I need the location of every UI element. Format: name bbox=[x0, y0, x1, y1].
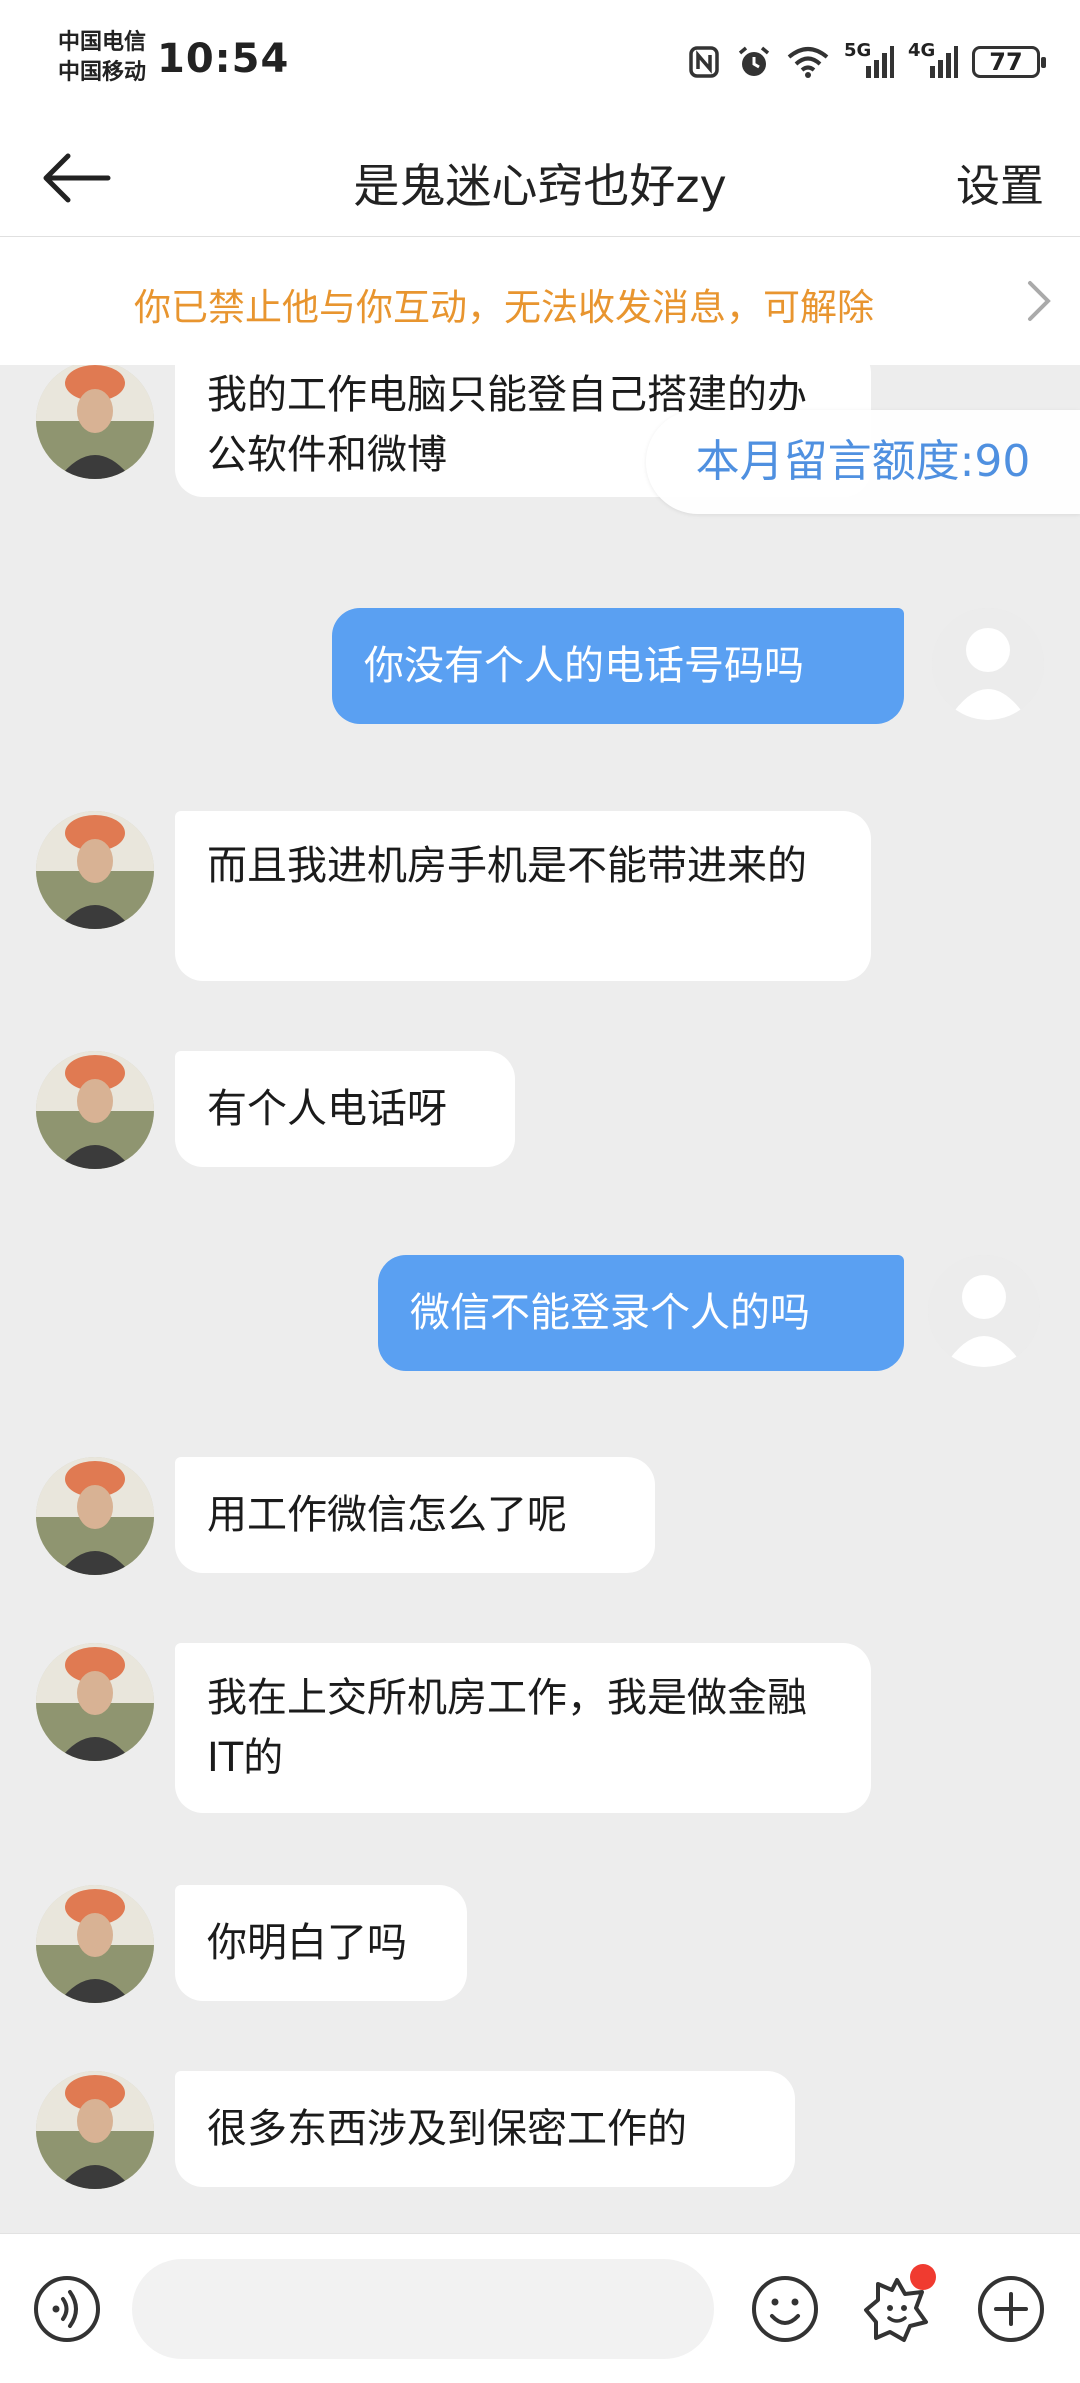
message-input-bar bbox=[0, 2233, 1080, 2383]
message-text: 有个人电话呀 bbox=[207, 1086, 447, 1132]
message-text: 你没有个人的电话号码吗 bbox=[364, 643, 804, 689]
settings-button[interactable]: 设置 bbox=[956, 150, 1044, 214]
message-bubble[interactable]: 有个人电话呀 bbox=[175, 1051, 515, 1167]
message-quota-badge: 本月留言额度:90 bbox=[646, 410, 1080, 514]
notification-dot bbox=[910, 2264, 936, 2290]
message-text: 用工作微信怎么了呢 bbox=[207, 1492, 567, 1538]
status-bar: 中国电信 中国移动 10:54 5G 4G 77 bbox=[0, 0, 1080, 120]
contact-avatar[interactable] bbox=[36, 811, 154, 929]
message-text: 微信不能登录个人的吗 bbox=[410, 1290, 810, 1336]
message-bubble[interactable]: 而且我进机房手机是不能带进来的 bbox=[175, 811, 871, 981]
message-text: 你明白了吗 bbox=[207, 1920, 407, 1966]
plus-icon[interactable] bbox=[976, 2274, 1046, 2344]
battery-indicator: 77 bbox=[972, 46, 1046, 78]
contact-avatar[interactable] bbox=[36, 1643, 154, 1761]
message-bubble[interactable]: 你明白了吗 bbox=[175, 1885, 467, 2001]
message-bubble[interactable]: 我在上交所机房工作，我是做金融IT的 bbox=[175, 1643, 871, 1813]
contact-avatar[interactable] bbox=[36, 1457, 154, 1575]
carrier-1: 中国电信 bbox=[58, 30, 147, 55]
carrier-2: 中国移动 bbox=[58, 60, 147, 85]
alarm-icon bbox=[736, 44, 772, 80]
nfc-icon bbox=[686, 44, 722, 80]
message-text: 很多东西涉及到保密工作的 bbox=[207, 2106, 687, 2152]
emoji-icon[interactable] bbox=[750, 2274, 820, 2344]
battery-level: 77 bbox=[989, 48, 1023, 76]
status-icons: 5G 4G 77 bbox=[686, 40, 1046, 84]
message-text: 我在上交所机房工作，我是做金融IT的 bbox=[207, 1675, 807, 1781]
voice-icon[interactable] bbox=[32, 2274, 102, 2344]
network-label-1: 5G bbox=[844, 40, 872, 61]
contact-avatar[interactable] bbox=[36, 1885, 154, 2003]
chat-title: 是鬼迷心窍也好zy bbox=[353, 159, 727, 213]
contact-avatar[interactable] bbox=[36, 2071, 154, 2189]
chat-header: 是鬼迷心窍也好zy 设置 bbox=[0, 120, 1080, 237]
signal-icon: 5G bbox=[844, 40, 894, 80]
message-bubble-outgoing[interactable]: 微信不能登录个人的吗 bbox=[378, 1255, 904, 1371]
message-input[interactable] bbox=[132, 2259, 714, 2359]
message-bubble[interactable]: 很多东西涉及到保密工作的 bbox=[175, 2071, 795, 2187]
message-text: 而且我进机房手机是不能带进来的 bbox=[207, 843, 807, 889]
chevron-right-icon bbox=[1028, 281, 1051, 321]
signal-icon: 4G bbox=[908, 40, 958, 80]
my-avatar[interactable] bbox=[928, 1255, 1040, 1367]
blocked-notice-banner[interactable]: 你已禁止他与你互动，无法收发消息，可解除 bbox=[0, 237, 1080, 365]
my-avatar[interactable] bbox=[932, 608, 1044, 720]
blocked-notice-text: 你已禁止他与你互动，无法收发消息，可解除 bbox=[134, 286, 874, 329]
message-bubble[interactable]: 用工作微信怎么了呢 bbox=[175, 1457, 655, 1573]
contact-avatar[interactable] bbox=[36, 1051, 154, 1169]
contact-avatar[interactable] bbox=[36, 365, 154, 479]
message-bubble-outgoing[interactable]: 你没有个人的电话号码吗 bbox=[332, 608, 904, 724]
message-list[interactable]: 我的工作电脑只能登自己搭建的办公软件和微博 本月留言额度:90 你没有个人的电话… bbox=[0, 365, 1080, 2233]
network-label-2: 4G bbox=[908, 40, 936, 61]
carrier-labels: 中国电信 中国移动 bbox=[58, 28, 146, 88]
wifi-icon bbox=[786, 44, 830, 80]
status-time: 10:54 bbox=[157, 36, 290, 82]
